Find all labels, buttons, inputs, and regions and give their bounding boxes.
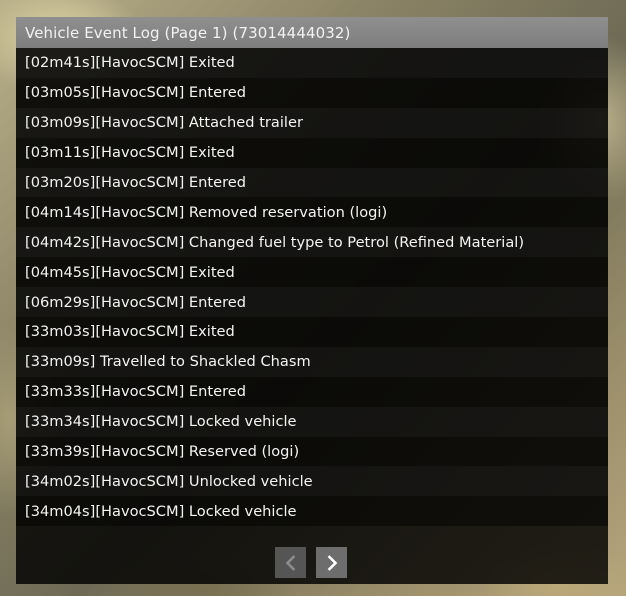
log-entry: [33m09s] Travelled to Shackled Chasm <box>16 346 608 377</box>
log-entry: [33m39s][HavocSCM] Reserved (logi) <box>16 436 608 467</box>
log-entry: [04m45s][HavocSCM] Exited <box>16 257 608 288</box>
chevron-right-icon <box>327 554 337 571</box>
vehicle-event-log-window: Vehicle Event Log (Page 1) (73014444032)… <box>16 17 608 584</box>
previous-page-button[interactable] <box>275 547 306 578</box>
log-entry: [04m42s][HavocSCM] Changed fuel type to … <box>16 227 608 258</box>
chevron-left-icon <box>285 554 295 571</box>
log-entry: [33m33s][HavocSCM] Entered <box>16 376 608 407</box>
log-entry: [03m20s][HavocSCM] Entered <box>16 167 608 198</box>
log-entry: [03m09s][HavocSCM] Attached trailer <box>16 107 608 138</box>
log-entry: [34m04s][HavocSCM] Locked vehicle <box>16 496 608 527</box>
log-entry: [02m41s][HavocSCM] Exited <box>16 48 608 78</box>
log-entry: [03m11s][HavocSCM] Exited <box>16 137 608 168</box>
log-entry: [03m05s][HavocSCM] Entered <box>16 77 608 108</box>
event-log-list: [02m41s][HavocSCM] Exited [03m05s][Havoc… <box>16 48 608 527</box>
pagination <box>275 547 347 578</box>
log-entry: [04m14s][HavocSCM] Removed reservation (… <box>16 197 608 228</box>
log-entry: [06m29s][HavocSCM] Entered <box>16 287 608 318</box>
window-title: Vehicle Event Log (Page 1) (73014444032) <box>25 23 351 42</box>
next-page-button[interactable] <box>316 547 347 578</box>
window-titlebar[interactable]: Vehicle Event Log (Page 1) (73014444032) <box>16 17 608 48</box>
log-entry: [34m02s][HavocSCM] Unlocked vehicle <box>16 466 608 497</box>
log-entry: [33m34s][HavocSCM] Locked vehicle <box>16 406 608 437</box>
log-entry: [33m03s][HavocSCM] Exited <box>16 317 608 347</box>
